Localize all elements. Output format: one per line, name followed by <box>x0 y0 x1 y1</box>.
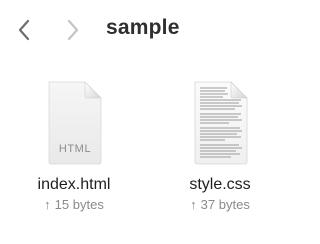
upload-arrow-icon: ↑ <box>44 197 51 212</box>
file-name: style.css <box>189 176 251 193</box>
text-document-icon <box>194 81 248 165</box>
file-size-value: 37 bytes <box>200 197 250 212</box>
file-name: index.html <box>37 176 111 193</box>
file-item-style-css[interactable]: style.css ↑ 37 bytes <box>165 78 275 212</box>
forward-button[interactable] <box>61 18 85 42</box>
file-size-value: 15 bytes <box>54 197 104 212</box>
chevron-left-icon <box>18 19 30 41</box>
file-size: ↑ 15 bytes <box>44 197 104 212</box>
file-size: ↑ 37 bytes <box>190 197 250 212</box>
file-type-badge: HTML <box>59 143 91 155</box>
upload-arrow-icon: ↑ <box>190 197 197 212</box>
html-document-icon: HTML <box>48 81 102 165</box>
file-item-index-html[interactable]: HTML index.html ↑ 15 bytes <box>19 78 129 212</box>
toolbar: sample <box>0 0 300 60</box>
finder-window: sample HTML index.html ↑ 15 bytes style.… <box>0 0 300 244</box>
window-title: sample <box>106 16 180 39</box>
chevron-right-icon <box>67 19 79 41</box>
back-button[interactable] <box>12 18 36 42</box>
